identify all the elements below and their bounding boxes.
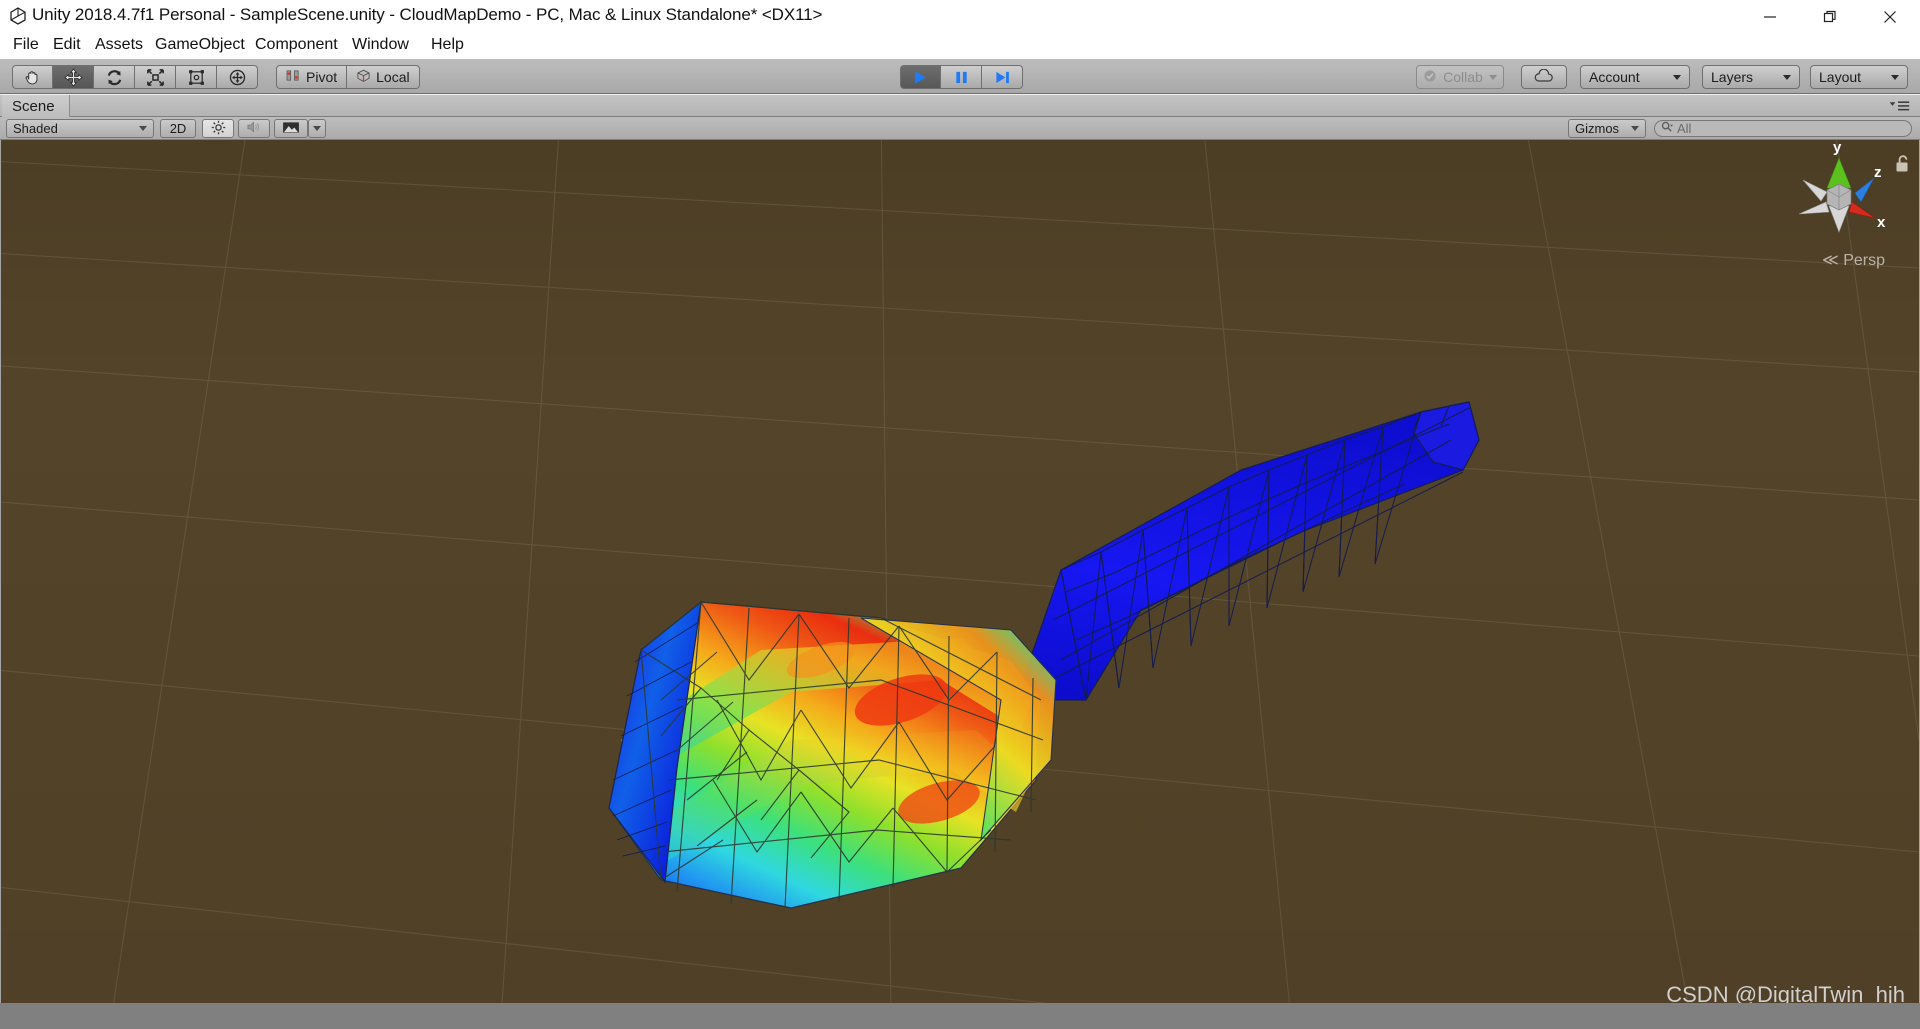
cube-icon (1826, 183, 1852, 211)
scene-search-input[interactable]: All (1654, 120, 1912, 137)
account-label: Account (1589, 69, 1640, 85)
collab-label: Collab (1443, 69, 1483, 85)
transform-tool[interactable] (217, 65, 258, 89)
mode-2d-label: 2D (169, 121, 187, 136)
chevron-down-icon (139, 126, 147, 131)
svg-text:y: y (1833, 140, 1842, 156)
menu-window[interactable]: Window (345, 33, 416, 59)
gizmo-z-axis: z (1854, 164, 1882, 203)
menu-edit[interactable]: Edit (46, 33, 88, 59)
layers-dropdown[interactable]: Layers (1702, 65, 1800, 89)
gizmos-dropdown[interactable]: Gizmos (1568, 119, 1646, 138)
handle-space-label: Local (376, 69, 410, 85)
cloud-map-bolt-mesh[interactable] (1, 140, 1919, 1006)
menu-assets[interactable]: Assets (88, 33, 150, 59)
play-controls-group (900, 65, 1023, 89)
pivot-toggle-button[interactable]: Pivot (276, 65, 348, 89)
left-arrow-icon: ≪ (1822, 252, 1839, 269)
handle-space-toggle-button[interactable]: Local (347, 65, 420, 89)
cube-icon (356, 69, 371, 86)
layout-dropdown[interactable]: Layout (1810, 65, 1908, 89)
shading-mode-dropdown[interactable]: Shaded (6, 119, 154, 138)
scene-search-placeholder: All (1677, 121, 1692, 136)
collab-check-icon (1423, 69, 1437, 86)
menu-help[interactable]: Help (424, 33, 471, 59)
menu-component[interactable]: Component (248, 33, 345, 59)
cloud-button[interactable] (1521, 65, 1567, 89)
sun-icon (211, 120, 226, 138)
unlocked-padlock-icon[interactable] (1894, 154, 1911, 179)
layers-label: Layers (1711, 69, 1754, 85)
speaker-icon (246, 120, 262, 137)
pivot-label: Pivot (306, 69, 338, 85)
gizmo-y-axis: y (1826, 140, 1852, 189)
image-effects-icon (282, 121, 300, 137)
shaft-body (1015, 401, 1480, 701)
scene-lighting-toggle[interactable] (202, 119, 234, 138)
pivot-dots-icon (286, 69, 301, 85)
chevron-down-icon (1673, 74, 1681, 80)
hand-tool[interactable] (12, 65, 53, 89)
svg-text:x: x (1877, 214, 1886, 231)
cloud-icon (1534, 68, 1554, 86)
menu-bar: File Edit Assets GameObject Component Wi… (0, 33, 1920, 59)
minimize-button[interactable] (1740, 0, 1800, 33)
svg-text:z: z (1874, 164, 1882, 181)
scene-audio-toggle[interactable] (238, 119, 270, 138)
pause-button[interactable] (941, 65, 982, 89)
gizmo-x-axis: x (1848, 201, 1886, 231)
scene-panel: Scene Shaded 2D Gizmos All y z x ≪ Persp… (0, 95, 1920, 1029)
layout-label: Layout (1819, 69, 1862, 85)
step-button[interactable] (982, 65, 1023, 89)
maximize-button[interactable] (1800, 0, 1860, 33)
play-button[interactable] (900, 65, 941, 89)
panel-options-icon[interactable] (1886, 98, 1912, 117)
pivot-handle-group: Pivot Local (276, 65, 420, 89)
close-button[interactable] (1860, 0, 1920, 33)
tab-scene[interactable]: Scene (2, 95, 70, 117)
chevron-down-icon (1631, 126, 1639, 131)
move-tool[interactable] (53, 65, 94, 89)
shading-mode-label: Shaded (13, 121, 58, 136)
search-icon (1661, 120, 1674, 138)
scene-effects-dropdown[interactable] (308, 119, 326, 138)
unity-logo-icon (8, 6, 28, 26)
mode-2d-toggle[interactable]: 2D (160, 119, 196, 138)
scale-tool[interactable] (135, 65, 176, 89)
scene-view-toolbar: Shaded 2D Gizmos All (0, 117, 1920, 140)
unity-editor-window: Unity 2018.4.7f1 Personal - SampleScene.… (0, 0, 1920, 1029)
gizmos-label: Gizmos (1575, 121, 1620, 136)
scene-viewport[interactable]: y z x ≪ Persp CSDN @DigitalTwin_hjh (1, 140, 1919, 1006)
projection-mode-label[interactable]: ≪ Persp (1822, 250, 1885, 270)
menu-file[interactable]: File (6, 33, 46, 59)
rect-transform-tool[interactable] (176, 65, 217, 89)
window-bottom-fill (0, 1003, 1920, 1029)
chevron-down-icon (1488, 74, 1497, 80)
panel-tab-row: Scene (0, 95, 1920, 117)
chevron-down-icon (313, 126, 321, 131)
chevron-down-icon (1891, 74, 1899, 80)
editor-toolbar: Pivot Local Collab Account Layers Layout (0, 59, 1920, 94)
transform-tools-group (12, 65, 258, 89)
menu-gameobject[interactable]: GameObject (148, 33, 252, 59)
scene-effects-toggle[interactable] (274, 119, 308, 138)
rotate-tool[interactable] (94, 65, 135, 89)
collab-button[interactable]: Collab (1416, 65, 1504, 89)
scene-view-gizmo[interactable]: y z x (1779, 140, 1899, 262)
chevron-down-icon (1783, 74, 1791, 80)
tab-scene-label: Scene (12, 97, 55, 115)
account-dropdown[interactable]: Account (1580, 65, 1690, 89)
title-bar: Unity 2018.4.7f1 Personal - SampleScene.… (0, 0, 1920, 33)
window-title: Unity 2018.4.7f1 Personal - SampleScene.… (32, 5, 823, 24)
